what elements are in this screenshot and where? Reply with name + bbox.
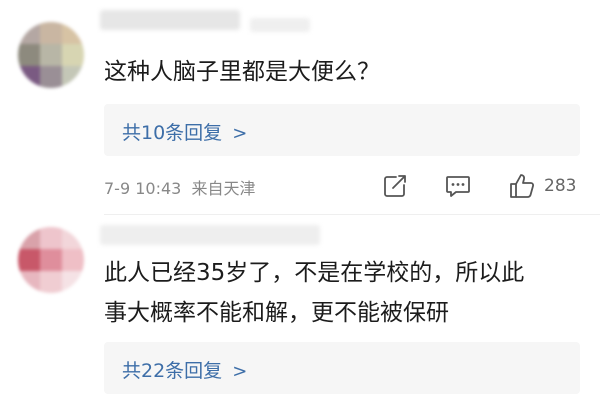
username-blurred [100,10,240,30]
comment-time: 7-9 10:43 [104,179,182,198]
comment-meta: 7-9 10:43 来自天津 283 [104,171,584,201]
comment-timestamp: 7-9 10:43 来自天津 [104,175,256,199]
view-replies-label: 共10条回复 [122,122,223,144]
view-replies-label: 共22条回复 [122,360,223,382]
chevron-right-icon: > [232,123,248,144]
comment-button[interactable] [444,171,472,201]
comment-text-line: 这种人脑子里都是大便么？ [104,59,380,85]
avatar[interactable] [18,227,84,293]
view-replies-link[interactable]: 共10条回复 > [122,118,247,145]
comment-item: 此人已经35岁了，不是在学校的，所以此 事大概率不能和解，更不能被保研 共22条… [0,215,600,400]
username-blurred-extra [250,18,310,32]
comment-text: 这种人脑子里都是大便么？ [104,52,380,92]
chevron-right-icon: > [232,361,248,382]
share-button[interactable] [382,171,408,201]
thumbs-up-icon [510,174,535,198]
comment-text: 此人已经35岁了，不是在学校的，所以此 事大概率不能和解，更不能被保研 [104,253,524,333]
like-count: 283 [544,176,577,196]
view-replies-link[interactable]: 共22条回复 > [122,356,247,383]
share-icon [384,175,406,197]
comment-item: 这种人脑子里都是大便么？ 共10条回复 > 7-9 10:43 来自天津 283 [0,0,600,215]
comment-text-line: 此人已经35岁了，不是在学校的，所以此 [104,260,525,286]
reply-box[interactable]: 共10条回复 > [104,104,580,156]
username-blurred [100,225,320,245]
comment-location: 来自天津 [191,179,256,198]
reply-box[interactable]: 共22条回复 > [104,342,580,394]
avatar[interactable] [18,22,84,88]
comment-icon [446,176,470,197]
like-button[interactable]: 283 [508,171,576,201]
comment-text-line: 事大概率不能和解，更不能被保研 [104,300,449,326]
